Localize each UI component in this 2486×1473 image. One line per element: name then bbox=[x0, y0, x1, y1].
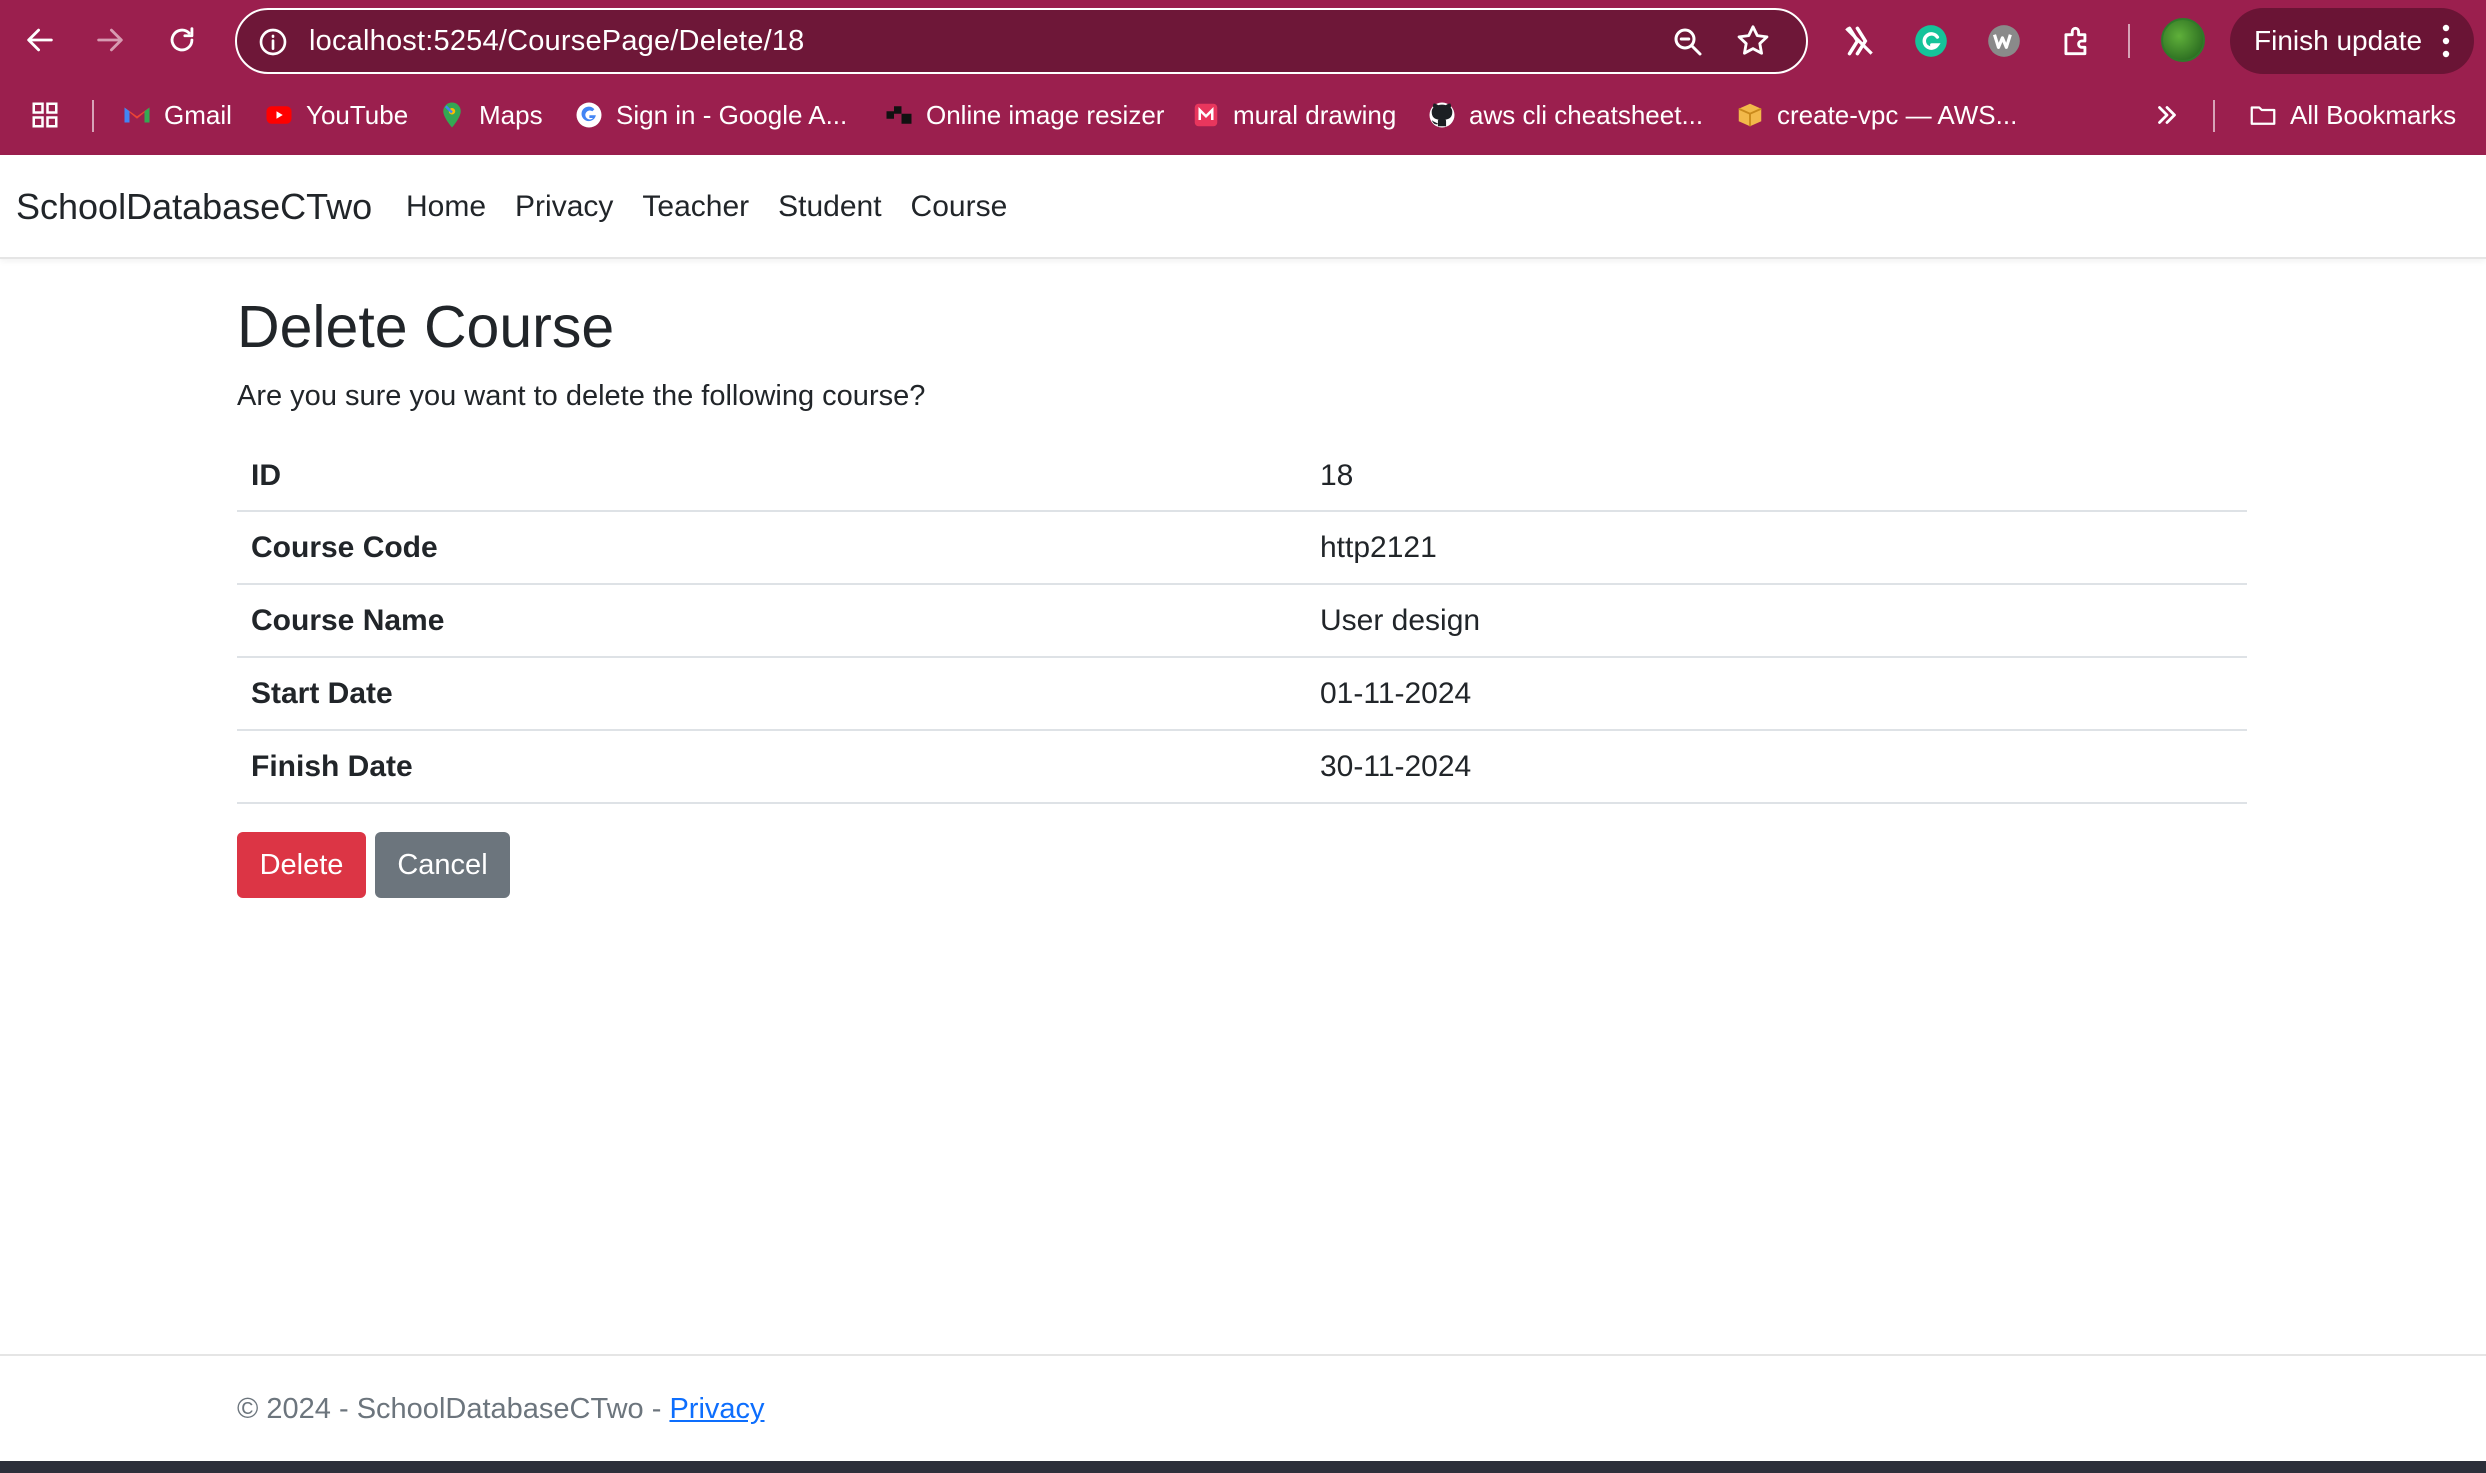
table-row: Start Date 01-11-2024 bbox=[237, 657, 2247, 731]
cancel-button[interactable]: Cancel bbox=[375, 832, 510, 898]
chevron-double-right-icon bbox=[2152, 100, 2182, 130]
reload-icon bbox=[170, 27, 194, 52]
github-icon bbox=[1427, 100, 1457, 130]
nav-student-link[interactable]: Student bbox=[778, 190, 881, 224]
resizer-icon bbox=[884, 100, 914, 130]
grammarly-icon bbox=[1915, 25, 1947, 57]
maps-icon bbox=[437, 100, 467, 130]
all-bookmarks-button[interactable]: All Bookmarks bbox=[2248, 86, 2456, 144]
field-value: 30-11-2024 bbox=[1320, 730, 2247, 804]
footer-privacy-link[interactable]: Privacy bbox=[669, 1393, 764, 1425]
site-nav-links: Home Privacy Teacher Student Course bbox=[406, 155, 1036, 259]
bookmark-label: create-vpc — AWS... bbox=[1777, 99, 2018, 130]
folder-icon bbox=[2248, 100, 2278, 130]
arrow-left-icon bbox=[27, 28, 53, 52]
arrow-right-icon bbox=[97, 28, 123, 52]
bookmark-label: mural drawing bbox=[1233, 99, 1397, 130]
footer-copyright: © 2024 - SchoolDatabaseCTwo - bbox=[237, 1393, 670, 1425]
field-label: Course Name bbox=[237, 584, 1320, 658]
bookmark-youtube[interactable]: YouTube bbox=[264, 86, 408, 144]
table-row: ID 18 bbox=[237, 441, 2247, 512]
toolbar-divider bbox=[2128, 24, 2130, 58]
nav-home-link[interactable]: Home bbox=[406, 190, 486, 224]
footer-text: © 2024 - SchoolDatabaseCTwo - Privacy bbox=[237, 1356, 765, 1463]
site-brand-link[interactable]: SchoolDatabaseCTwo bbox=[16, 155, 372, 259]
bookmarks-list: Gmail YouTube Maps Sign in - Google A...… bbox=[0, 86, 2486, 144]
nav-teacher-link[interactable]: Teacher bbox=[642, 190, 749, 224]
finish-update-button[interactable]: Finish update bbox=[2230, 8, 2474, 74]
nav-privacy-link[interactable]: Privacy bbox=[515, 190, 613, 224]
forward-button[interactable] bbox=[84, 14, 136, 66]
field-label: Course Code bbox=[237, 511, 1320, 585]
browser-chrome: localhost:5254/CoursePage/Delete/18 Fini… bbox=[0, 0, 2486, 155]
site-info-icon[interactable] bbox=[257, 26, 289, 58]
address-bar[interactable]: localhost:5254/CoursePage/Delete/18 bbox=[235, 8, 1808, 74]
google-icon bbox=[574, 100, 604, 130]
field-value: 18 bbox=[1320, 441, 2247, 512]
table-row: Course Name User design bbox=[237, 584, 2247, 658]
bookmark-label: aws cli cheatsheet... bbox=[1469, 99, 1704, 130]
more-vert-icon bbox=[2442, 24, 2450, 58]
wordtune-button[interactable] bbox=[1983, 20, 2025, 62]
grammarly-button[interactable] bbox=[1910, 20, 1952, 62]
course-details-table: ID 18 Course Code http2121 Course Name U… bbox=[237, 441, 2247, 804]
window-bottom-edge bbox=[0, 1461, 2486, 1473]
bookmark-google-signin[interactable]: Sign in - Google A... bbox=[574, 86, 847, 144]
blocked-extension-icon bbox=[1845, 26, 1873, 56]
main-content: Delete Course Are you sure you want to d… bbox=[237, 289, 2247, 898]
bookmark-create-vpc[interactable]: create-vpc — AWS... bbox=[1735, 86, 2017, 144]
field-label: ID bbox=[237, 441, 1320, 512]
all-bookmarks-label: All Bookmarks bbox=[2290, 99, 2457, 130]
delete-button[interactable]: Delete bbox=[237, 832, 366, 898]
bookmark-aws-cli[interactable]: aws cli cheatsheet... bbox=[1427, 86, 1703, 144]
site-footer: © 2024 - SchoolDatabaseCTwo - Privacy bbox=[0, 1354, 2486, 1461]
site-navbar: SchoolDatabaseCTwo Home Privacy Teacher … bbox=[0, 155, 2486, 259]
bookmark-label: Maps bbox=[479, 99, 543, 130]
wordtune-icon bbox=[1988, 25, 2020, 57]
aws-box-icon bbox=[1735, 100, 1765, 130]
bookmark-star-icon[interactable] bbox=[1734, 22, 1772, 60]
youtube-icon bbox=[264, 100, 294, 130]
zoom-icon[interactable] bbox=[1670, 24, 1706, 60]
puzzle-icon bbox=[2064, 26, 2087, 56]
bookmark-label: Online image resizer bbox=[926, 99, 1165, 130]
bookmark-maps[interactable]: Maps bbox=[437, 86, 543, 144]
form-actions: Delete Cancel bbox=[237, 832, 2247, 898]
table-row: Finish Date 30-11-2024 bbox=[237, 730, 2247, 804]
table-row: Course Code http2121 bbox=[237, 511, 2247, 585]
extensions-button[interactable] bbox=[2056, 20, 2098, 62]
bookmarks-overflow-button[interactable] bbox=[2152, 86, 2182, 144]
page-title: Delete Course bbox=[237, 294, 615, 360]
reload-button[interactable] bbox=[156, 14, 208, 66]
finish-update-label: Finish update bbox=[2254, 25, 2423, 56]
bookmarks-divider-right bbox=[2213, 100, 2215, 132]
profile-avatar[interactable] bbox=[2161, 18, 2205, 62]
extension-1-button[interactable] bbox=[1838, 20, 1880, 62]
field-label: Finish Date bbox=[237, 730, 1320, 804]
bookmark-label: YouTube bbox=[306, 99, 409, 130]
browser-toolbar: localhost:5254/CoursePage/Delete/18 Fini… bbox=[0, 0, 2486, 82]
bookmark-label: Sign in - Google A... bbox=[616, 99, 848, 130]
field-value: User design bbox=[1320, 584, 2247, 658]
bookmark-gmail[interactable]: Gmail bbox=[122, 86, 232, 144]
field-value: 01-11-2024 bbox=[1320, 657, 2247, 731]
confirm-question: Are you sure you want to delete the foll… bbox=[237, 380, 926, 412]
bookmark-mural[interactable]: mural drawing bbox=[1191, 86, 1396, 144]
gmail-icon bbox=[122, 100, 152, 130]
nav-course-link[interactable]: Course bbox=[911, 190, 1008, 224]
web-page: SchoolDatabaseCTwo Home Privacy Teacher … bbox=[0, 155, 2486, 1461]
field-label: Start Date bbox=[237, 657, 1320, 731]
bookmark-label: Gmail bbox=[164, 99, 232, 130]
url-text[interactable]: localhost:5254/CoursePage/Delete/18 bbox=[309, 10, 805, 72]
field-value: http2121 bbox=[1320, 511, 2247, 585]
bookmark-image-resizer[interactable]: Online image resizer bbox=[884, 86, 1164, 144]
mural-icon bbox=[1191, 100, 1221, 130]
back-button[interactable] bbox=[14, 14, 66, 66]
